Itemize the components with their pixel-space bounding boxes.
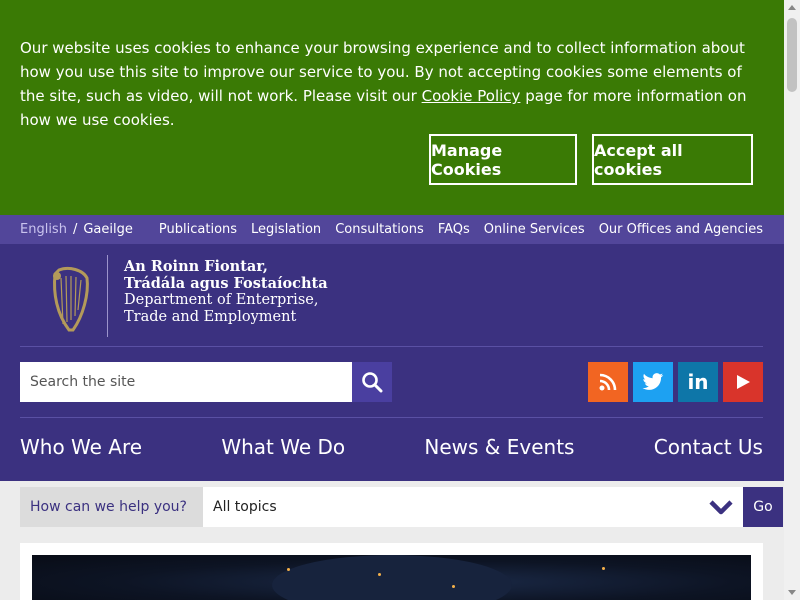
online-services-link[interactable]: Online Services xyxy=(484,222,585,237)
hero-light-dot xyxy=(378,573,381,576)
twitter-button[interactable] xyxy=(633,362,673,402)
linkedin-button[interactable]: in xyxy=(678,362,718,402)
scroll-thumb[interactable] xyxy=(787,18,797,92)
faqs-link[interactable]: FAQs xyxy=(438,222,470,237)
department-english-line2: Trade and Employment xyxy=(124,309,297,325)
hero-light-dot xyxy=(287,568,290,571)
nav-what-we-do[interactable]: What We Do xyxy=(221,435,345,459)
nav-news-events[interactable]: News & Events xyxy=(424,435,574,459)
department-name[interactable]: An Roinn Fiontar, Trádála agus Fostaíoch… xyxy=(124,258,328,326)
rss-icon xyxy=(599,373,617,391)
main-navigation: Who We Are What We Do News & Events Cont… xyxy=(20,435,763,459)
youtube-icon xyxy=(737,375,750,389)
nav-contact-us[interactable]: Contact Us xyxy=(654,435,763,459)
consultations-link[interactable]: Consultations xyxy=(335,222,424,237)
manage-cookies-button[interactable]: Manage Cookies xyxy=(429,134,577,185)
search-icon xyxy=(362,372,383,393)
hero-image xyxy=(32,555,751,600)
offices-agencies-link[interactable]: Our Offices and Agencies xyxy=(599,222,763,237)
cookie-message: Our website uses cookies to enhance your… xyxy=(20,39,747,129)
cookie-banner: Our website uses cookies to enhance your… xyxy=(0,0,784,215)
harp-icon[interactable] xyxy=(47,264,95,334)
utility-bar: English / Gaeilge Publications Legislati… xyxy=(0,215,784,244)
scroll-down-arrow-icon[interactable] xyxy=(788,590,796,595)
page-scrollbar[interactable] xyxy=(784,0,800,600)
search-input[interactable]: Search the site xyxy=(20,362,352,402)
search-button[interactable] xyxy=(352,362,392,402)
youtube-button[interactable] xyxy=(723,362,763,402)
twitter-icon xyxy=(642,373,664,390)
language-english-link[interactable]: English xyxy=(20,222,67,237)
topic-select[interactable]: All topics xyxy=(203,487,743,527)
hero-panel xyxy=(20,543,763,600)
site-header: English / Gaeilge Publications Legislati… xyxy=(0,215,784,481)
nav-who-we-are[interactable]: Who We Are xyxy=(20,435,142,459)
hero-light-dot xyxy=(452,585,455,588)
topic-selected-value: All topics xyxy=(213,499,277,515)
language-switcher: English / Gaeilge xyxy=(20,222,133,237)
legislation-link[interactable]: Legislation xyxy=(251,222,321,237)
department-english-line1: Department of Enterprise, xyxy=(124,292,319,308)
help-label: How can we help you? xyxy=(30,499,187,515)
linkedin-icon: in xyxy=(687,370,709,394)
hero-figure-shape xyxy=(272,555,512,600)
language-separator: / xyxy=(72,222,78,237)
accept-all-cookies-button[interactable]: Accept all cookies xyxy=(592,134,753,185)
chevron-down-icon xyxy=(709,500,733,515)
go-button[interactable]: Go xyxy=(743,487,783,527)
hero-light-dot xyxy=(602,567,605,570)
language-gaeilge-link[interactable]: Gaeilge xyxy=(83,222,133,237)
help-bar: How can we help you? All topics Go xyxy=(20,487,783,527)
department-irish-line1: An Roinn Fiontar, xyxy=(124,258,268,275)
cookie-policy-link[interactable]: Cookie Policy xyxy=(422,87,521,105)
logo-divider xyxy=(107,255,108,337)
header-divider xyxy=(20,346,763,347)
rss-button[interactable] xyxy=(588,362,628,402)
nav-divider xyxy=(20,417,763,418)
scroll-up-arrow-icon[interactable] xyxy=(788,5,796,10)
department-irish-line2: Trádála agus Fostaíochta xyxy=(124,275,328,292)
utility-links: Publications Legislation Consultations F… xyxy=(159,222,763,237)
publications-link[interactable]: Publications xyxy=(159,222,237,237)
